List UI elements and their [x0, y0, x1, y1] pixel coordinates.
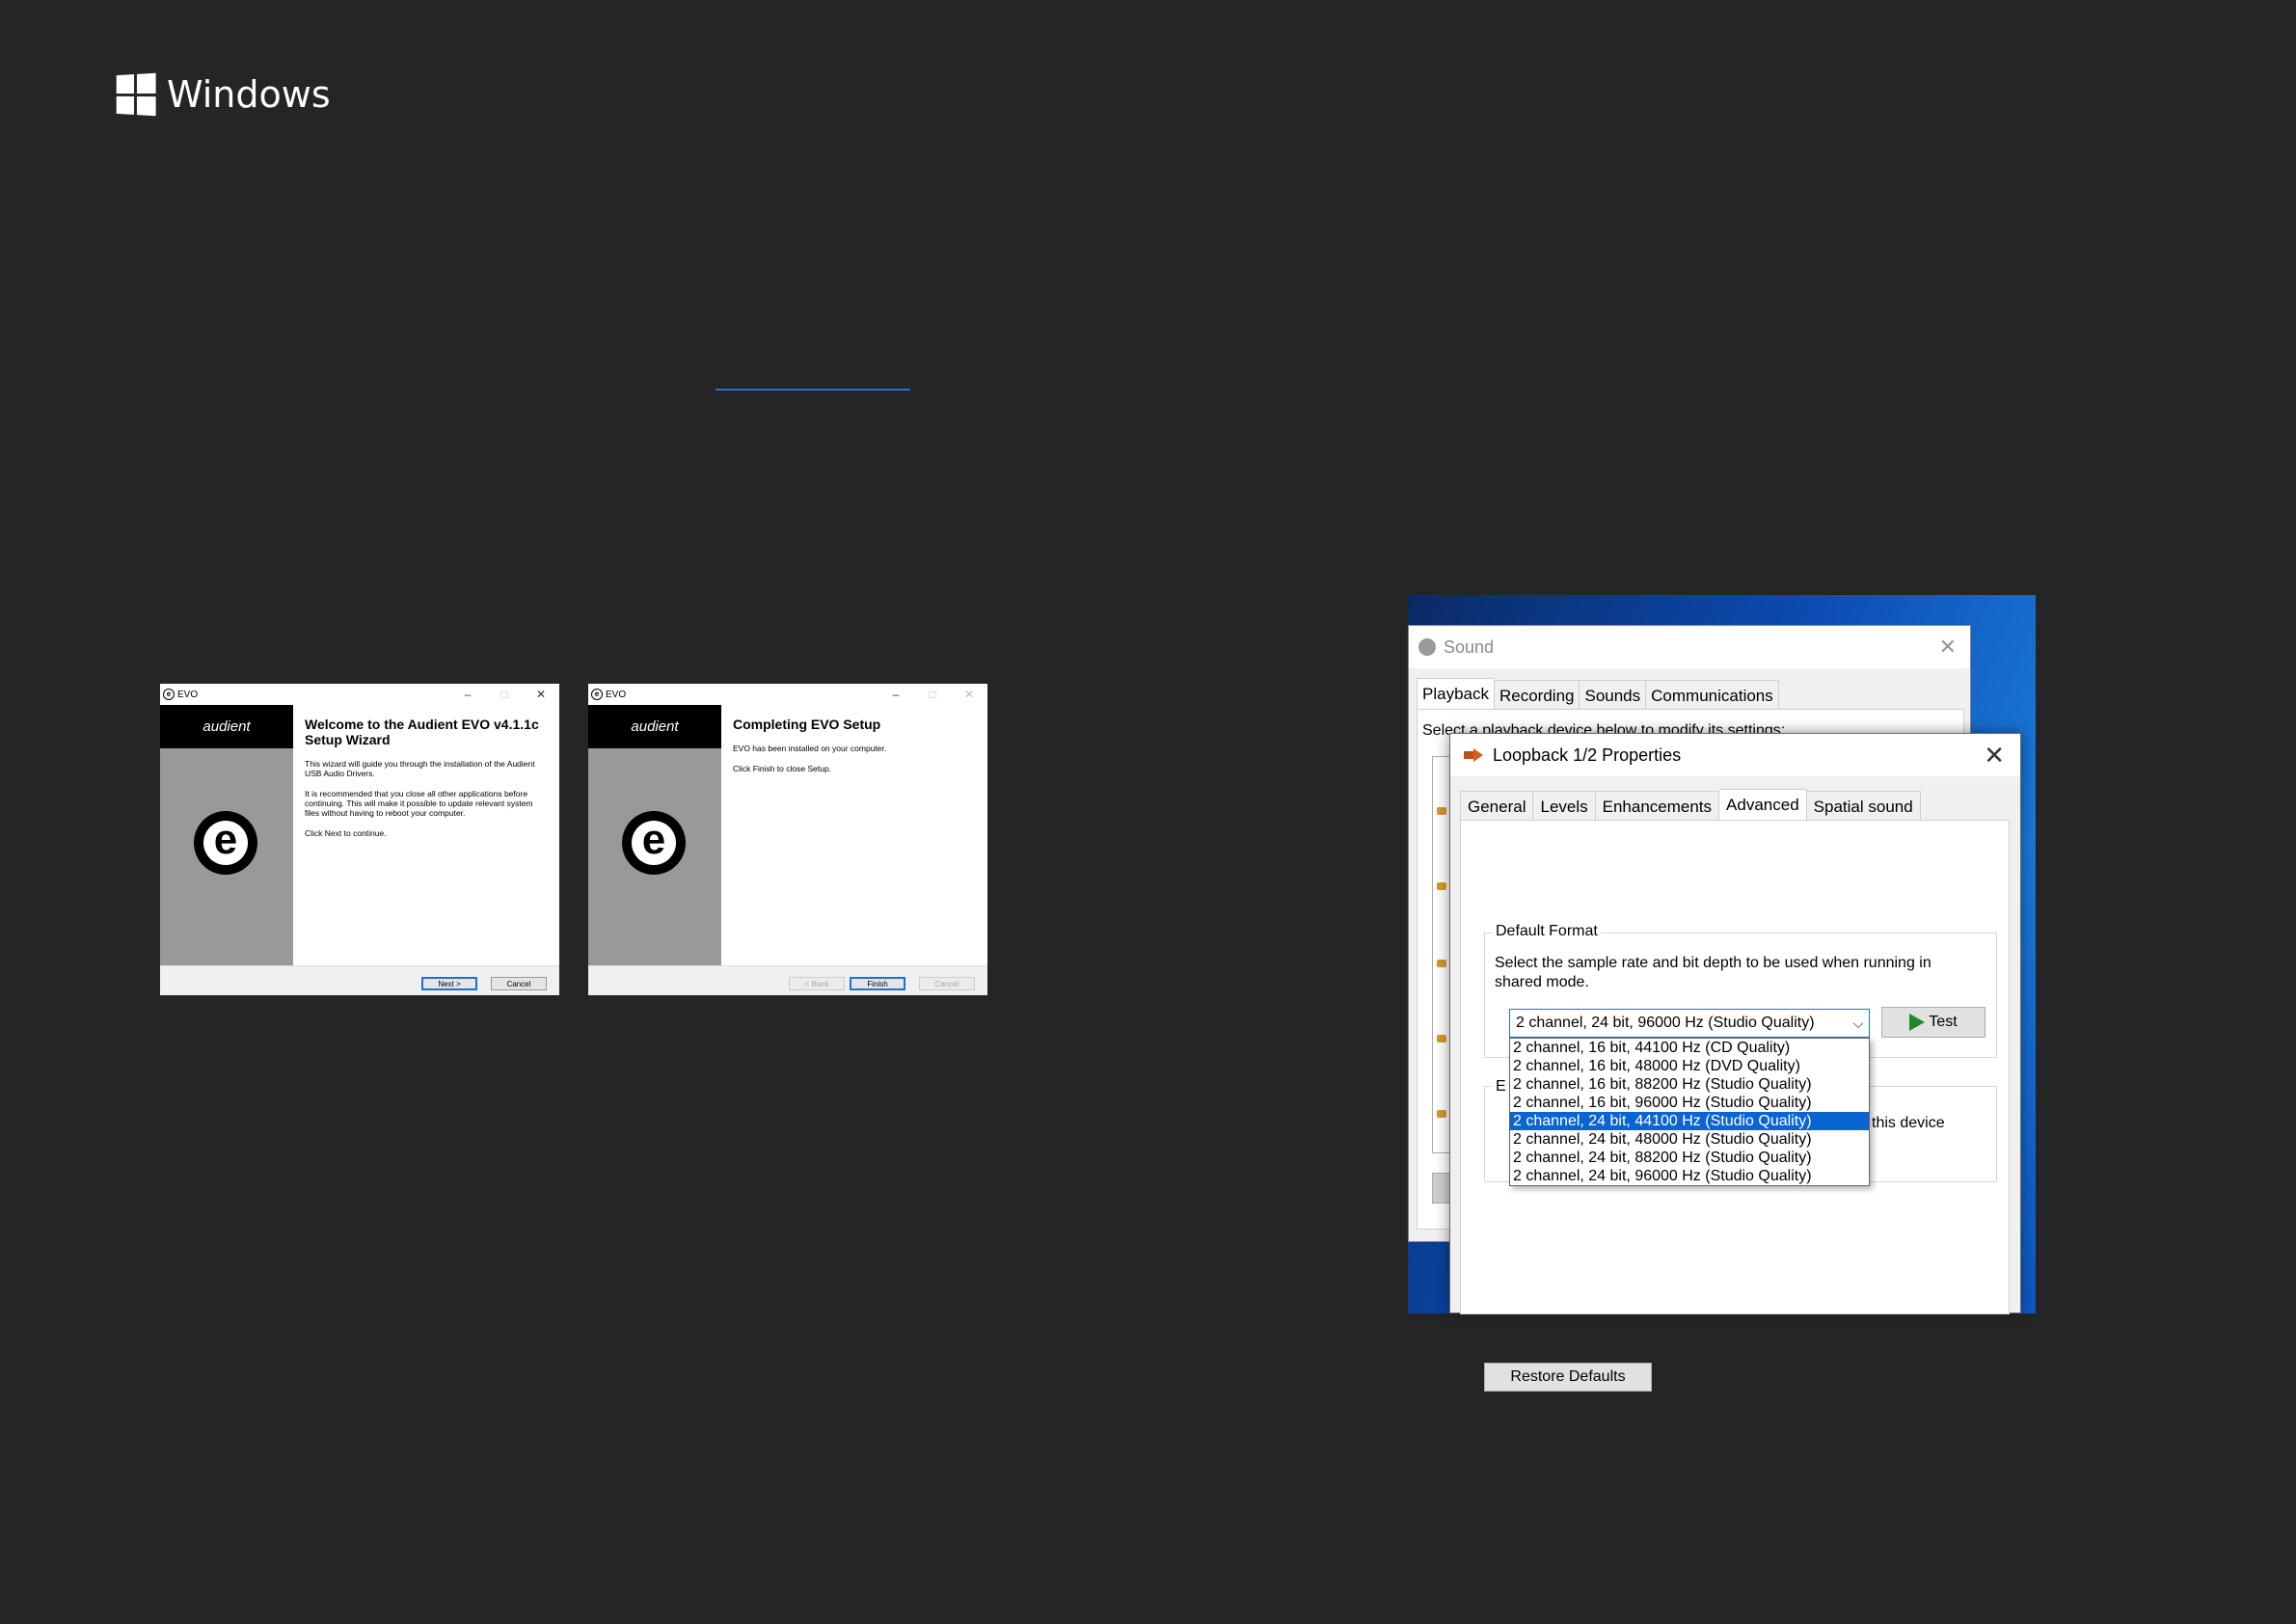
windows-brand: Windows — [115, 72, 331, 117]
minimize-icon[interactable]: – — [878, 688, 914, 701]
device-icon — [1437, 1035, 1446, 1042]
speaker-device-icon — [1464, 748, 1485, 762]
device-icon — [1437, 960, 1446, 967]
properties-titlebar: Loopback 1/2 Properties ✕ — [1450, 734, 2020, 776]
maximize-icon: □ — [500, 688, 508, 701]
sample-rate-select[interactable]: 2 channel, 24 bit, 96000 Hz (Studio Qual… — [1509, 1009, 1870, 1038]
device-icon — [1437, 1110, 1446, 1118]
evo-logo-icon: e — [194, 811, 257, 875]
sound-title: Sound — [1444, 636, 1495, 657]
exclusive-mode-text: this device — [1872, 1115, 1945, 1131]
dropdown-option[interactable]: 2 channel, 16 bit, 88200 Hz (Studio Qual… — [1510, 1075, 1869, 1094]
speaker-icon — [1418, 638, 1436, 656]
test-button[interactable]: Test — [1881, 1007, 1985, 1038]
windows-wordmark: Windows — [167, 73, 331, 116]
dropdown-option[interactable]: 2 channel, 24 bit, 48000 Hz (Studio Qual… — [1510, 1130, 1869, 1149]
minimize-icon[interactable]: – — [449, 688, 486, 701]
play-icon — [1909, 1014, 1926, 1031]
link-underline[interactable] — [716, 389, 910, 391]
wizard-sidebar: audient e — [160, 705, 293, 965]
tab-communications[interactable]: Communications — [1646, 680, 1779, 713]
tab-recording[interactable]: Recording — [1494, 680, 1580, 713]
advanced-panel: Default Format Select the sample rate an… — [1460, 820, 2010, 1392]
finish-button[interactable]: Finish — [850, 977, 905, 990]
evo-welcome-wizard: e EVO – □ ✕ audient e Welcome to the Aud… — [160, 684, 559, 995]
back-button: < Back — [789, 977, 845, 990]
dropdown-option[interactable]: 2 channel, 24 bit, 88200 Hz (Studio Qual… — [1510, 1149, 1869, 1167]
tab-advanced[interactable]: Advanced — [1719, 789, 1807, 824]
close-icon[interactable]: ✕ — [1939, 635, 1957, 660]
properties-tabs: General Levels Enhancements Advanced Spa… — [1460, 789, 1921, 824]
sample-rate-dropdown: 2 channel, 16 bit, 44100 Hz (CD Quality)… — [1509, 1038, 1870, 1186]
loopback-properties-dialog: Loopback 1/2 Properties ✕ General Levels… — [1449, 733, 2021, 1392]
wizard-title: EVO — [177, 689, 199, 700]
wizard-footer: < Back Finish Cancel — [588, 965, 987, 995]
evo-complete-wizard: e EVO – □ ✕ audient e Completing EVO Set… — [588, 684, 987, 995]
wizard-sidebar: audient e — [588, 705, 721, 965]
tab-sounds[interactable]: Sounds — [1580, 680, 1647, 713]
windows-logo-icon — [116, 72, 156, 117]
audient-brand-band: audient — [160, 705, 293, 748]
evo-app-icon: e — [163, 689, 175, 700]
wizard-footer: Next > Cancel — [160, 965, 559, 995]
sample-rate-selected: 2 channel, 24 bit, 96000 Hz (Studio Qual… — [1516, 1015, 1815, 1031]
wizard-text: Click Finish to close Setup. — [733, 764, 832, 773]
wizard-text: This wizard will guide you through the i… — [305, 759, 535, 778]
dropdown-option[interactable]: 2 channel, 24 bit, 96000 Hz (Studio Qual… — [1510, 1167, 1869, 1185]
wizard-content: Welcome to the Audient EVO v4.1.1c Setup… — [305, 717, 546, 849]
cancel-button: Cancel — [919, 977, 975, 990]
wizard-titlebar: e EVO – □ ✕ — [588, 684, 987, 705]
audient-brand-band: audient — [588, 705, 721, 748]
cancel-button[interactable]: Cancel — [491, 977, 547, 990]
restore-defaults-button[interactable]: Restore Defaults — [1484, 1363, 1652, 1392]
dropdown-option-highlighted[interactable]: 2 channel, 24 bit, 44100 Hz (Studio Qual… — [1510, 1112, 1869, 1130]
test-label: Test — [1929, 1014, 1958, 1030]
wizard-heading: Welcome to the Audient EVO v4.1.1c Setup… — [305, 717, 539, 747]
device-icon — [1437, 807, 1446, 815]
dropdown-option[interactable]: 2 channel, 16 bit, 96000 Hz (Studio Qual… — [1510, 1094, 1869, 1112]
default-format-legend: Default Format — [1493, 923, 1601, 940]
wizard-heading: Completing EVO Setup — [733, 717, 881, 732]
sound-tabs: Playback Recording Sounds Communications — [1417, 678, 1779, 713]
tab-playback[interactable]: Playback — [1417, 678, 1495, 713]
sound-titlebar: Sound ✕ — [1409, 626, 1970, 668]
device-icon — [1437, 882, 1446, 890]
dropdown-option[interactable]: 2 channel, 16 bit, 44100 Hz (CD Quality) — [1510, 1039, 1869, 1057]
close-icon: ✕ — [963, 688, 975, 701]
configure-button[interactable] — [1432, 1173, 1451, 1204]
exclusive-mode-legend: E — [1493, 1078, 1509, 1096]
tab-enhancements[interactable]: Enhancements — [1595, 791, 1720, 824]
wizard-text: It is recommended that you close all oth… — [305, 789, 533, 818]
wizard-title: EVO — [606, 689, 627, 700]
evo-logo-icon: e — [622, 811, 686, 875]
wizard-content: Completing EVO Setup EVO has been instal… — [733, 717, 974, 784]
wizard-text: Click Next to continue. — [305, 828, 387, 838]
chevron-down-icon[interactable]: ⌵ — [1848, 1015, 1869, 1032]
maximize-icon: □ — [929, 688, 936, 701]
tab-spatial-sound[interactable]: Spatial sound — [1806, 791, 1921, 824]
dropdown-option[interactable]: 2 channel, 16 bit, 48000 Hz (DVD Quality… — [1510, 1057, 1869, 1075]
tab-levels[interactable]: Levels — [1533, 791, 1596, 824]
close-icon[interactable]: ✕ — [1984, 741, 2005, 771]
default-format-description: Select the sample rate and bit depth to … — [1495, 955, 1931, 990]
wizard-titlebar: e EVO – □ ✕ — [160, 684, 559, 705]
next-button[interactable]: Next > — [421, 977, 477, 990]
wizard-text: EVO has been installed on your computer. — [733, 744, 887, 753]
properties-title: Loopback 1/2 Properties — [1493, 744, 1682, 765]
evo-app-icon: e — [591, 689, 603, 700]
close-icon[interactable]: ✕ — [523, 688, 559, 701]
tab-general[interactable]: General — [1460, 791, 1534, 824]
